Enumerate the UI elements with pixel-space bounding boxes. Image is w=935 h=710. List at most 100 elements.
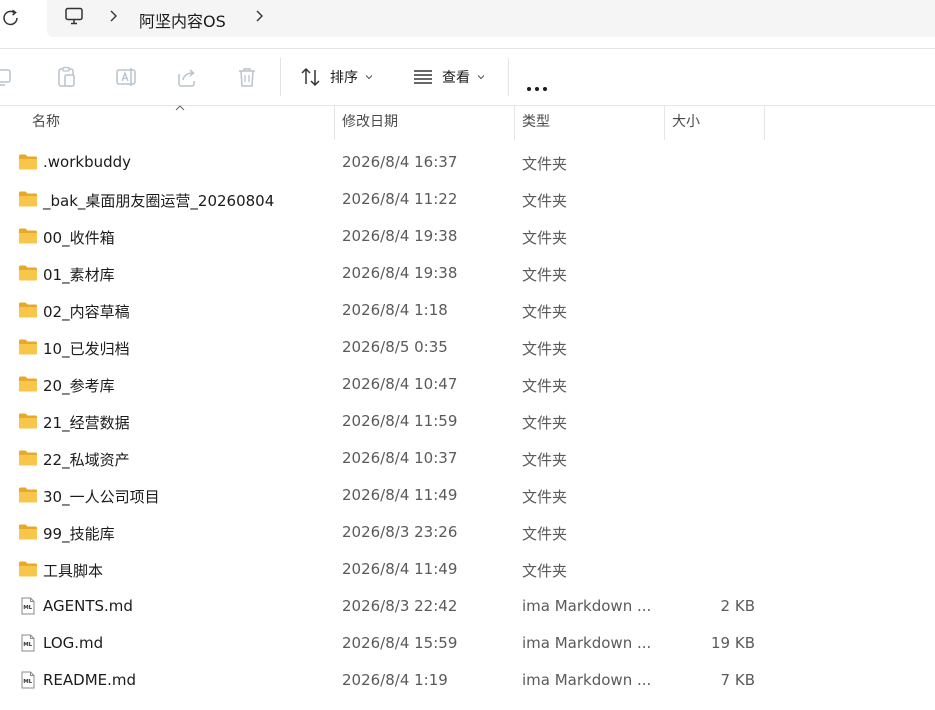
file-name: 30_一人公司项目 bbox=[43, 488, 160, 506]
file-type: 文件夹 bbox=[522, 340, 568, 358]
file-row[interactable]: 00_收件箱 2026/8/4 19:38 文件夹 bbox=[0, 218, 935, 255]
markdown-file-icon: ML bbox=[21, 671, 35, 689]
file-row[interactable]: .workbuddy 2026/8/4 16:37 文件夹 bbox=[0, 144, 935, 181]
column-header-name[interactable]: 名称 bbox=[32, 106, 60, 140]
file-row[interactable]: 21_经营数据 2026/8/4 11:59 文件夹 bbox=[0, 403, 935, 440]
view-icon bbox=[414, 70, 432, 84]
file-type: 文件夹 bbox=[522, 488, 568, 506]
rename-icon[interactable] bbox=[115, 66, 139, 88]
folder-icon bbox=[19, 376, 37, 392]
file-row[interactable]: 02_内容草稿 2026/8/4 1:18 文件夹 bbox=[0, 292, 935, 329]
file-type: 文件夹 bbox=[522, 229, 568, 247]
toolbar-separator bbox=[508, 58, 509, 96]
file-modified: 2026/8/4 11:59 bbox=[342, 412, 458, 430]
file-type: 文件夹 bbox=[522, 155, 568, 173]
folder-icon bbox=[19, 487, 37, 503]
file-modified: 2026/8/4 1:18 bbox=[342, 301, 448, 319]
file-type: ima Markdown ... bbox=[522, 671, 652, 689]
folder-icon bbox=[19, 450, 37, 466]
copy-icon[interactable] bbox=[0, 66, 16, 88]
file-type: 文件夹 bbox=[522, 192, 568, 210]
view-button[interactable]: 查看 bbox=[412, 63, 485, 91]
file-type: 文件夹 bbox=[522, 377, 568, 395]
file-name: LOG.md bbox=[43, 634, 104, 652]
folder-icon bbox=[19, 265, 37, 281]
folder-icon bbox=[19, 524, 37, 540]
share-icon[interactable] bbox=[175, 66, 199, 88]
column-header-type[interactable]: 类型 bbox=[522, 106, 550, 140]
chevron-right-icon[interactable] bbox=[254, 10, 264, 22]
file-row[interactable]: ML LOG.md 2026/8/4 15:59 ima Markdown ..… bbox=[0, 625, 935, 662]
breadcrumb-current-folder[interactable]: 阿坚内容OS bbox=[139, 8, 226, 32]
file-name: .workbuddy bbox=[43, 153, 132, 171]
column-divider[interactable] bbox=[334, 106, 335, 140]
file-name: README.md bbox=[43, 671, 137, 689]
file-type: 文件夹 bbox=[522, 525, 568, 543]
command-bar: 排序 查看 bbox=[0, 49, 935, 105]
svg-text:ML: ML bbox=[23, 605, 32, 611]
file-row[interactable]: 22_私域资产 2026/8/4 10:37 文件夹 bbox=[0, 440, 935, 477]
file-modified: 2026/8/3 22:42 bbox=[342, 597, 458, 615]
file-modified: 2026/8/4 19:38 bbox=[342, 264, 458, 282]
folder-icon bbox=[19, 413, 37, 429]
file-row[interactable]: ML README.md 2026/8/4 1:19 ima Markdown … bbox=[0, 662, 935, 699]
file-name: 01_素材库 bbox=[43, 266, 115, 284]
file-row[interactable]: 30_一人公司项目 2026/8/4 11:49 文件夹 bbox=[0, 477, 935, 514]
file-modified: 2026/8/4 10:47 bbox=[342, 375, 458, 393]
file-modified: 2026/8/4 11:49 bbox=[342, 560, 458, 578]
file-modified: 2026/8/4 1:19 bbox=[342, 671, 448, 689]
sort-ascending-caret-icon bbox=[175, 105, 185, 111]
file-row[interactable]: ML AGENTS.md 2026/8/3 22:42 ima Markdown… bbox=[0, 588, 935, 625]
sort-icon bbox=[301, 67, 320, 87]
file-modified: 2026/8/4 11:22 bbox=[342, 190, 458, 208]
file-modified: 2026/8/4 19:38 bbox=[342, 227, 458, 245]
column-header-modified[interactable]: 修改日期 bbox=[342, 106, 398, 140]
markdown-file-icon: ML bbox=[21, 634, 35, 652]
file-type: 文件夹 bbox=[522, 414, 568, 432]
column-divider[interactable] bbox=[514, 106, 515, 140]
file-name: _bak_桌面朋友圈运营_20260804 bbox=[43, 192, 275, 210]
file-name: 00_收件箱 bbox=[43, 229, 115, 247]
file-size: 19 KB bbox=[711, 634, 755, 652]
folder-icon bbox=[19, 154, 37, 170]
file-modified: 2026/8/5 0:35 bbox=[342, 338, 448, 356]
file-row[interactable]: 20_参考库 2026/8/4 10:47 文件夹 bbox=[0, 366, 935, 403]
file-type: 文件夹 bbox=[522, 266, 568, 284]
sort-button[interactable]: 排序 bbox=[300, 63, 373, 91]
file-name: 21_经营数据 bbox=[43, 414, 130, 432]
column-header-size[interactable]: 大小 bbox=[672, 106, 700, 140]
column-divider[interactable] bbox=[664, 106, 665, 140]
file-row[interactable]: _bak_桌面朋友圈运营_20260804 2026/8/4 11:22 文件夹 bbox=[0, 181, 935, 218]
more-icon[interactable] bbox=[527, 76, 551, 95]
chevron-right-icon[interactable] bbox=[108, 10, 118, 22]
this-pc-icon[interactable] bbox=[64, 6, 84, 26]
folder-icon bbox=[19, 228, 37, 244]
file-type: 文件夹 bbox=[522, 451, 568, 469]
file-row[interactable]: 工具脚本 2026/8/4 11:49 文件夹 bbox=[0, 551, 935, 588]
toolbar-separator bbox=[280, 58, 281, 96]
file-row[interactable]: 01_素材库 2026/8/4 19:38 文件夹 bbox=[0, 255, 935, 292]
chevron-down-icon bbox=[477, 75, 485, 80]
file-modified: 2026/8/3 23:26 bbox=[342, 523, 458, 541]
file-modified: 2026/8/4 10:37 bbox=[342, 449, 458, 467]
column-header-row: 名称 修改日期 类型 大小 bbox=[0, 105, 935, 140]
file-row[interactable]: 10_已发归档 2026/8/5 0:35 文件夹 bbox=[0, 329, 935, 366]
file-name: 工具脚本 bbox=[43, 562, 104, 580]
address-bar: 阿坚内容OS bbox=[0, 0, 935, 48]
file-size: 7 KB bbox=[720, 671, 755, 689]
file-name: 22_私域资产 bbox=[43, 451, 130, 469]
file-type: ima Markdown ... bbox=[522, 597, 652, 615]
folder-icon bbox=[19, 191, 37, 207]
delete-icon[interactable] bbox=[235, 66, 259, 88]
sort-label: 排序 bbox=[330, 70, 358, 86]
markdown-file-icon: ML bbox=[21, 597, 35, 615]
column-divider[interactable] bbox=[764, 106, 765, 140]
file-type: ima Markdown ... bbox=[522, 634, 652, 652]
refresh-icon[interactable] bbox=[2, 8, 20, 28]
svg-text:ML: ML bbox=[23, 642, 32, 648]
chevron-down-icon bbox=[365, 75, 373, 80]
paste-icon[interactable] bbox=[55, 66, 79, 88]
file-row[interactable]: 99_技能库 2026/8/3 23:26 文件夹 bbox=[0, 514, 935, 551]
file-modified: 2026/8/4 11:49 bbox=[342, 486, 458, 504]
folder-icon bbox=[19, 339, 37, 355]
